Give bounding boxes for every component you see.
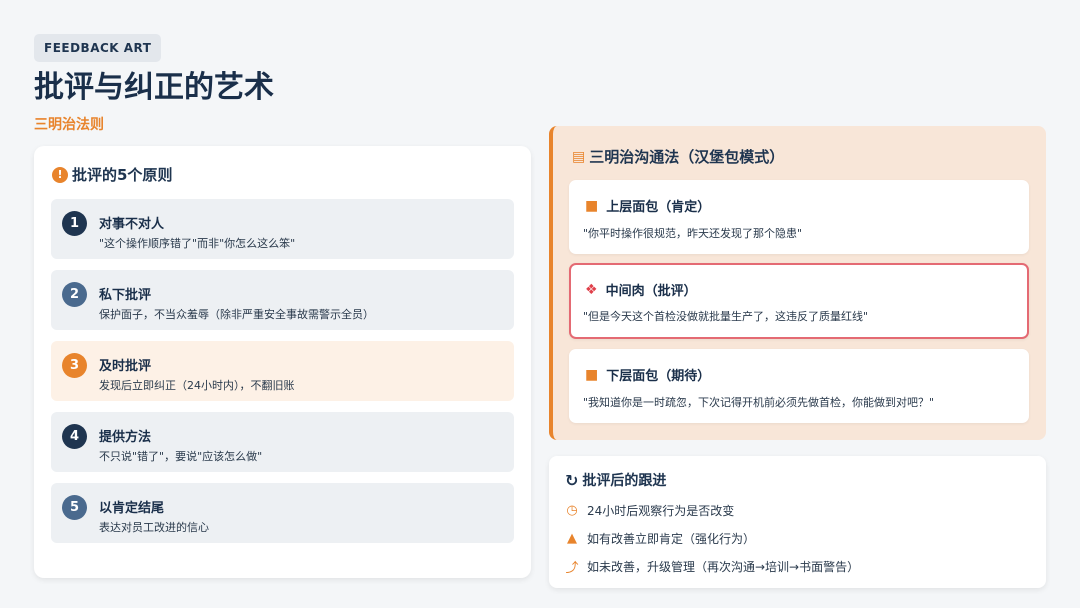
sandwich-layer-middle: ❖ 中间肉（批评） "但是今天这个首检没做就批量生产了，这违反了质量红线": [569, 263, 1029, 339]
category-tag: FEEDBACK ART: [34, 34, 162, 62]
principle-item: 4 提供方法 不只说"错了"，要说"应该怎么做": [51, 412, 514, 472]
sandwich-header: ▤ 三明治沟通法（汉堡包模式）: [572, 146, 784, 167]
follow-up-card: ↻ 批评后的跟进 ◷ 24小时后观察行为是否改变 ▲ 如有改善立即肯定（强化行为…: [549, 456, 1046, 588]
principle-item: 1 对事不对人 "这个操作顺序错了"而非"你怎么这么笨": [51, 199, 514, 259]
principle-title: 私下批评: [99, 288, 152, 303]
page-title: 批评与纠正的艺术: [34, 70, 274, 105]
thumbs-up-icon: ▲: [567, 531, 577, 546]
principle-item: 5 以肯定结尾 表达对员工改进的信心: [51, 483, 514, 543]
principle-desc: 表达对员工改进的信心: [99, 521, 209, 534]
layer-heading: ■ 下层面包（期待）: [585, 365, 711, 385]
principle-number: 4: [62, 424, 87, 449]
sandwich-card: ▤ 三明治沟通法（汉堡包模式） ■ 上层面包（肯定） "你平时操作很规范，昨天还…: [549, 126, 1046, 440]
principles-title: 批评的5个原则: [72, 166, 173, 184]
principle-number: 1: [62, 211, 87, 236]
principle-desc: 保护面子，不当众羞辱（除非严重安全事故需警示全员）: [99, 308, 374, 321]
principle-desc: 发现后立即纠正（24小时内），不翻旧账: [99, 379, 295, 392]
exclamation-icon: !: [52, 166, 68, 183]
bread-icon: ■: [585, 197, 599, 214]
layer-text: "但是今天这个首检没做就批量生产了，这违反了质量红线": [583, 310, 869, 323]
sandwich-title: 三明治沟通法（汉堡包模式）: [589, 148, 785, 166]
sandwich-layer-bottom: ■ 下层面包（期待） "我知道你是一时疏忽，下次记得开机前必须先做首检，你能做到…: [569, 349, 1029, 423]
layer-text: "你平时操作很规范，昨天还发现了那个隐患": [583, 227, 803, 240]
principle-desc: "这个操作顺序错了"而非"你怎么这么笨": [99, 237, 296, 250]
principle-number: 2: [62, 282, 87, 307]
follow-up-text: 如未改善，升级管理（再次沟通→培训→书面警告）: [587, 560, 860, 574]
layer-heading: ❖ 中间肉（批评）: [585, 280, 697, 300]
clock-icon: ◷: [566, 503, 578, 518]
layer-text: "我知道你是一时疏忽，下次记得开机前必须先做首检，你能做到对吧？": [583, 396, 935, 409]
layer-title: 中间肉（批评）: [605, 284, 697, 299]
follow-up-header: ↻ 批评后的跟进: [565, 470, 666, 490]
follow-up-text: 24小时后观察行为是否改变: [587, 504, 735, 518]
principle-item: 2 私下批评 保护面子，不当众羞辱（除非严重安全事故需警示全员）: [51, 270, 514, 330]
layer-title: 上层面包（肯定）: [606, 200, 711, 215]
principle-desc: 不只说"错了"，要说"应该怎么做": [99, 450, 263, 463]
thumbtack-icon: ❖: [585, 281, 598, 298]
principle-title: 对事不对人: [99, 217, 165, 232]
layer-heading: ■ 上层面包（肯定）: [585, 196, 711, 216]
follow-up-item: ▲ 如有改善立即肯定（强化行为）: [565, 530, 755, 547]
principles-header: ! 批评的5个原则: [52, 164, 172, 185]
follow-up-text: 如有改善立即肯定（强化行为）: [587, 532, 756, 546]
principle-title: 以肯定结尾: [99, 501, 165, 516]
follow-up-item: ◷ 24小时后观察行为是否改变: [565, 502, 734, 519]
principle-title: 提供方法: [99, 430, 152, 445]
principles-card: ! 批评的5个原则 1 对事不对人 "这个操作顺序错了"而非"你怎么这么笨" 2…: [34, 146, 531, 578]
refresh-icon: ↻: [565, 470, 579, 490]
escalate-arrow-icon: ⤴: [565, 561, 579, 576]
layer-title: 下层面包（期待）: [606, 369, 711, 384]
burger-icon: ▤: [572, 148, 586, 165]
bread-icon: ■: [585, 366, 599, 383]
page-subtitle: 三明治法则: [34, 117, 104, 133]
principle-item: 3 及时批评 发现后立即纠正（24小时内），不翻旧账: [51, 341, 514, 401]
follow-up-title: 批评后的跟进: [582, 473, 667, 489]
follow-up-item: ⤴ 如未改善，升级管理（再次沟通→培训→书面警告）: [565, 557, 859, 576]
principle-number: 3: [62, 353, 87, 378]
sandwich-layer-top: ■ 上层面包（肯定） "你平时操作很规范，昨天还发现了那个隐患": [569, 180, 1029, 254]
principle-number: 5: [62, 495, 87, 520]
principle-title: 及时批评: [99, 359, 152, 374]
